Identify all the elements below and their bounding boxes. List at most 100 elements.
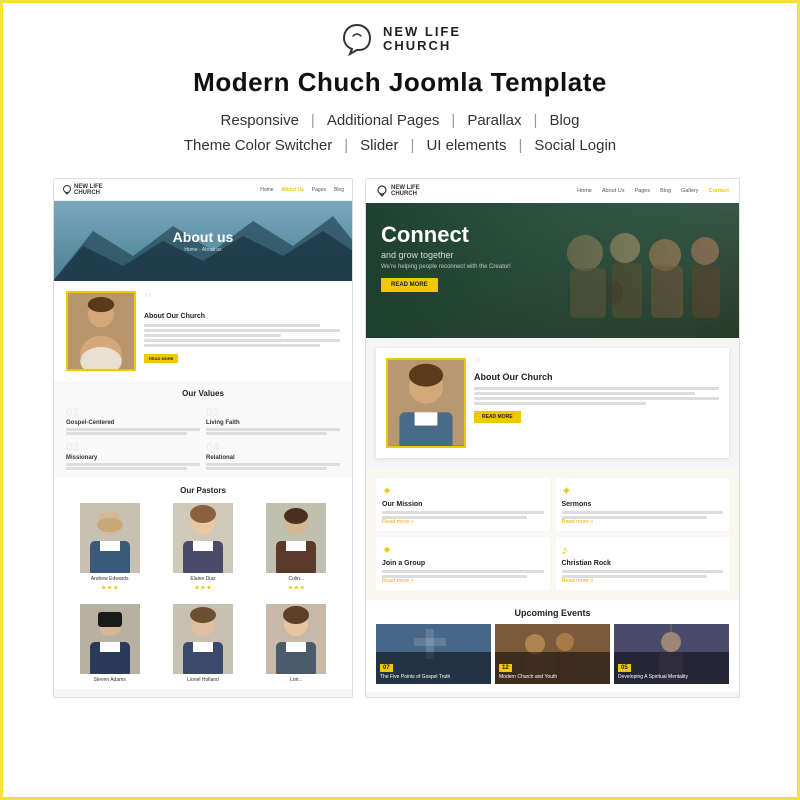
left-pastors-row2: Steven Adams Lionel Holla bbox=[54, 598, 352, 689]
vd-3 bbox=[206, 428, 340, 431]
pastor-2-stars bbox=[194, 585, 211, 590]
left-nav-logo: NEW LIFECHURCH bbox=[62, 184, 103, 196]
feature-additional-pages: Additional Pages bbox=[327, 112, 440, 129]
rock-icon: ♪ bbox=[562, 543, 724, 557]
page-wrapper: NEW LIFE CHURCH Modern Chuch Joomla Temp… bbox=[0, 0, 800, 800]
pastor-6-photo bbox=[266, 604, 326, 674]
logo-new-life: NEW LIFE bbox=[383, 25, 461, 39]
nav-logo-text: NEW LIFECHURCH bbox=[74, 184, 103, 196]
screenshot-left: NEW LIFECHURCH Home About Us Pages Blog bbox=[53, 178, 353, 698]
star-7 bbox=[288, 585, 293, 590]
pastor-1: Andrew Edwards bbox=[66, 503, 153, 590]
service-3-link[interactable]: Read more » bbox=[382, 578, 544, 584]
left-nav-items: Home About Us Pages Blog bbox=[260, 187, 344, 193]
feature-social-login: Social Login bbox=[534, 137, 616, 154]
nav-blog: Blog bbox=[334, 187, 344, 193]
screenshot-right: NEW LIFECHURCH Home About Us Pages Blog … bbox=[365, 178, 740, 698]
vd-2 bbox=[66, 432, 187, 435]
service-2-title: Sermons bbox=[562, 501, 724, 508]
service-2-link[interactable]: Read more » bbox=[562, 519, 724, 525]
left-hero-title: About us bbox=[173, 229, 234, 245]
pastor-4-photo bbox=[80, 604, 140, 674]
star-9 bbox=[300, 585, 305, 590]
sep-2: | bbox=[451, 112, 455, 129]
main-title: Modern Chuch Joomla Template bbox=[193, 67, 607, 98]
right-nav-logo-icon bbox=[376, 185, 388, 197]
sermons-icon: ✦ bbox=[562, 484, 724, 498]
vd-7 bbox=[206, 463, 340, 466]
value-2: 02 Living Faith bbox=[206, 406, 340, 435]
pastor-1-svg bbox=[80, 503, 140, 573]
features-row-1: Responsive | Additional Pages | Parallax… bbox=[221, 112, 580, 129]
vd-5 bbox=[66, 463, 200, 466]
value-3: 03 Missionary bbox=[66, 441, 200, 470]
connect-cta[interactable]: READ MORE bbox=[381, 278, 438, 292]
left-about-text: " About Our Church READ MORE bbox=[144, 291, 340, 371]
value-3-desc bbox=[66, 463, 200, 470]
sep-6: | bbox=[518, 137, 522, 154]
sep-5: | bbox=[411, 137, 415, 154]
pastor-1-stars bbox=[101, 585, 118, 590]
value-1-num: 01 bbox=[66, 406, 200, 418]
event-1-name: The Five Points of Gospel Truth bbox=[380, 674, 487, 680]
event-3-overlay: 05 Developing A Spiritual Mentality bbox=[614, 652, 729, 684]
sep-3: | bbox=[534, 112, 538, 129]
star-6 bbox=[206, 585, 211, 590]
value-4: 04 Relational bbox=[206, 441, 340, 470]
about-cta-btn[interactable]: READ MORE bbox=[144, 354, 178, 363]
service-4-lines bbox=[562, 570, 724, 578]
r-nav-home: Home bbox=[577, 188, 592, 194]
value-1-name: Gospel-Centered bbox=[66, 420, 200, 426]
text-line-5 bbox=[144, 344, 320, 347]
service-3-title: Join a Group bbox=[382, 560, 544, 567]
pastor-5-name: Lionel Holland bbox=[187, 677, 219, 683]
nav-home: Home bbox=[260, 187, 273, 193]
text-line-1 bbox=[144, 324, 320, 327]
sl-7 bbox=[562, 570, 724, 573]
event-1-date: 07 bbox=[380, 664, 393, 672]
pastor-5: Lionel Holland bbox=[159, 604, 246, 683]
feature-blog: Blog bbox=[549, 112, 579, 129]
events-title: Upcoming Events bbox=[376, 608, 729, 618]
card-person-photo bbox=[386, 358, 466, 448]
pastor-5-photo bbox=[173, 604, 233, 674]
logo-icon bbox=[339, 21, 375, 57]
left-about-lines bbox=[144, 324, 340, 347]
pastor-2-photo bbox=[173, 503, 233, 573]
event-2-name: Modern Church and Youth bbox=[499, 674, 606, 680]
value-4-desc bbox=[206, 463, 340, 470]
service-1-title: Our Mission bbox=[382, 501, 544, 508]
star-2 bbox=[107, 585, 112, 590]
r-nav-about: About Us bbox=[602, 188, 625, 194]
nav-about: About Us bbox=[282, 187, 304, 193]
logo-church: CHURCH bbox=[383, 39, 461, 53]
right-card-text: " About Our Church READ MORE bbox=[474, 358, 719, 448]
value-2-name: Living Faith bbox=[206, 420, 340, 426]
pastors-grid: Andrew Edwards bbox=[66, 503, 340, 590]
card-read-more[interactable]: READ MORE bbox=[474, 411, 521, 423]
left-about-section: " About Our Church READ MORE bbox=[54, 281, 352, 381]
pastor-3: Colin... bbox=[253, 503, 340, 590]
value-4-num: 04 bbox=[206, 441, 340, 453]
value-3-name: Missionary bbox=[66, 455, 200, 461]
value-1-desc bbox=[66, 428, 200, 435]
left-values-section: Our Values 01 Gospel-Centered 02 Living … bbox=[54, 381, 352, 478]
values-grid: 01 Gospel-Centered 02 Living Faith bbox=[66, 406, 340, 470]
cl-2 bbox=[474, 392, 695, 395]
star-3 bbox=[113, 585, 118, 590]
value-2-desc bbox=[206, 428, 340, 435]
service-1-link[interactable]: Read more » bbox=[382, 519, 544, 525]
pastor-2-name: Elaine Diaz bbox=[190, 576, 215, 582]
connect-title: Connect bbox=[381, 223, 511, 247]
value-4-name: Relational bbox=[206, 455, 340, 461]
pastor-2: Elaine Diaz bbox=[159, 503, 246, 590]
pastor-3-stars bbox=[288, 585, 305, 590]
sl-1 bbox=[382, 511, 544, 514]
pastor-2-svg bbox=[173, 503, 233, 573]
star-1 bbox=[101, 585, 106, 590]
pastors-grid-2: Steven Adams Lionel Holla bbox=[66, 604, 340, 683]
value-2-num: 02 bbox=[206, 406, 340, 418]
event-2: 12 Modern Church and Youth bbox=[495, 624, 610, 684]
left-hero: About us Home · About us bbox=[54, 201, 352, 281]
service-4-link[interactable]: Read more » bbox=[562, 578, 724, 584]
